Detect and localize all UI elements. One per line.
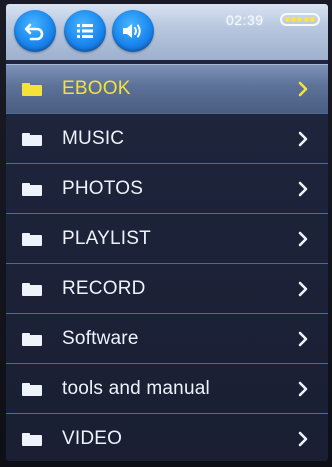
menu-item-label: EBOOK (62, 77, 131, 99)
menu-item-label: PHOTOS (62, 177, 144, 199)
battery-cell (309, 17, 315, 22)
battery-cell (291, 17, 297, 22)
status-bar: 02:39 (6, 4, 328, 60)
folder-icon (22, 333, 42, 346)
chevron-right-icon (298, 381, 308, 397)
chevron-right-icon (298, 81, 308, 97)
menu-item-label: MUSIC (62, 127, 125, 149)
menu-item-music[interactable]: MUSIC (6, 114, 328, 164)
folder-icon (22, 183, 42, 196)
folder-icon (22, 133, 42, 146)
battery-cell (297, 17, 303, 22)
menu-item-tools-and-manual[interactable]: tools and manual (6, 364, 328, 414)
folder-icon (22, 383, 42, 396)
battery-cell (285, 17, 291, 22)
folder-icon (22, 83, 42, 96)
device-bezel: 02:39 EBOOK MUSIC PHOTOS PLAYLIST RECORD… (0, 0, 332, 467)
list-icon (77, 24, 93, 38)
back-button[interactable] (14, 10, 56, 52)
menu-item-record[interactable]: RECORD (6, 264, 328, 314)
menu-item-label: VIDEO (62, 428, 123, 449)
chevron-right-icon (298, 231, 308, 247)
menu-item-video[interactable]: VIDEO (6, 414, 328, 461)
list-button[interactable] (64, 10, 106, 52)
battery-icon (280, 13, 320, 26)
menu-item-ebook[interactable]: EBOOK (6, 64, 328, 114)
folder-icon (22, 233, 42, 246)
volume-button[interactable] (112, 10, 154, 52)
folder-icon (22, 433, 42, 446)
clock: 02:39 (226, 12, 264, 28)
speaker-icon (123, 24, 141, 38)
device-screen: 02:39 EBOOK MUSIC PHOTOS PLAYLIST RECORD… (6, 4, 328, 461)
chevron-right-icon (298, 331, 308, 347)
chevron-right-icon (298, 281, 308, 297)
battery-cell (303, 17, 309, 22)
menu-item-photos[interactable]: PHOTOS (6, 164, 328, 214)
menu-item-software[interactable]: Software (6, 314, 328, 364)
folder-icon (22, 283, 42, 296)
folder-menu: EBOOK MUSIC PHOTOS PLAYLIST RECORD Softw… (6, 64, 328, 461)
chevron-right-icon (298, 181, 308, 197)
chevron-right-icon (298, 131, 308, 147)
menu-item-label: Software (62, 327, 139, 349)
chevron-right-icon (298, 431, 308, 447)
menu-item-label: PLAYLIST (62, 227, 151, 249)
menu-item-playlist[interactable]: PLAYLIST (6, 214, 328, 264)
menu-item-label: RECORD (62, 277, 146, 299)
back-arrow-icon (24, 23, 44, 41)
menu-item-label: tools and manual (62, 377, 210, 399)
